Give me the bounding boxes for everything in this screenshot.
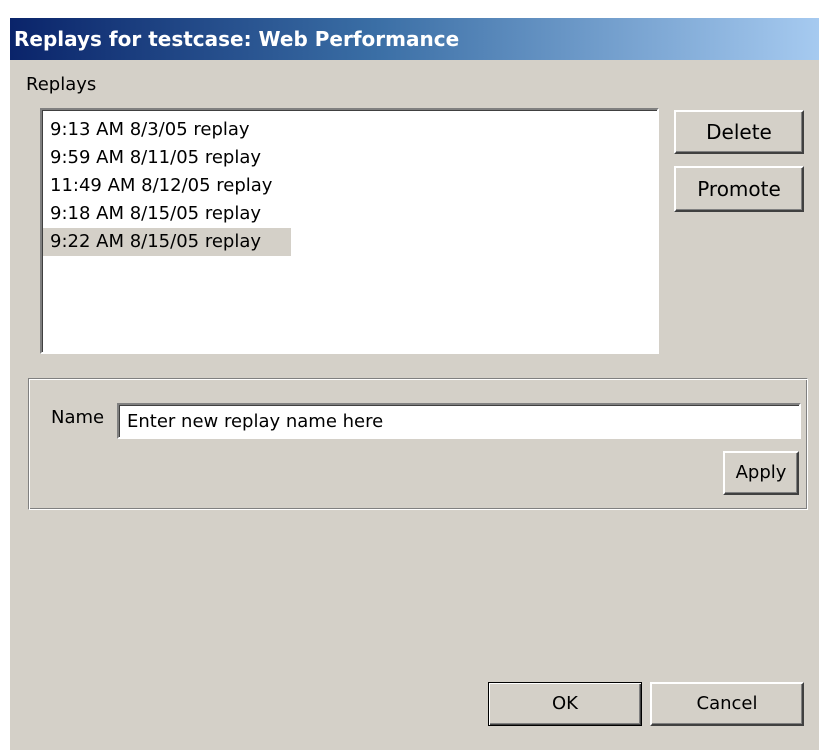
cancel-button[interactable]: Cancel xyxy=(650,682,804,726)
list-item-replay-2[interactable]: 9:59 AM 8/11/05 replay xyxy=(43,144,291,172)
replays-dialog: Replays for testcase: Web Performance Re… xyxy=(8,16,819,750)
replays-section-label: Replays xyxy=(26,74,97,95)
title-bar: Replays for testcase: Web Performance xyxy=(10,18,819,60)
list-item-replay-3[interactable]: 11:49 AM 8/12/05 replay xyxy=(43,172,291,200)
rename-group: Name Apply xyxy=(28,378,808,510)
name-label: Name xyxy=(51,407,105,428)
ok-button[interactable]: OK xyxy=(488,682,642,726)
list-item-replay-4[interactable]: 9:18 AM 8/15/05 replay xyxy=(43,200,291,228)
replay-name-input[interactable] xyxy=(117,403,801,439)
list-item-replay-1[interactable]: 9:13 AM 8/3/05 replay xyxy=(43,116,291,144)
apply-button[interactable]: Apply xyxy=(723,451,799,495)
replays-list[interactable]: 9:13 AM 8/3/05 replay 9:59 AM 8/11/05 re… xyxy=(40,108,659,354)
list-item-replay-5[interactable]: 9:22 AM 8/15/05 replay xyxy=(43,228,291,256)
promote-button[interactable]: Promote xyxy=(674,166,804,212)
delete-button[interactable]: Delete xyxy=(674,110,804,154)
